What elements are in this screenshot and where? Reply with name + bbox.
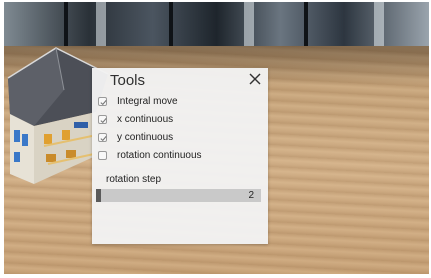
rotation-continuous-option[interactable]: rotation continuous [98, 147, 202, 163]
background-post [304, 2, 308, 46]
rotation-step-slider[interactable]: 2 [96, 189, 261, 202]
x-continuous-option[interactable]: x continuous [98, 111, 173, 127]
tools-panel: Tools Integral move x continuous y conti… [92, 68, 268, 244]
rotation-step-value: 2 [248, 190, 254, 201]
y-continuous-checkbox[interactable] [98, 132, 107, 142]
integral-move-option[interactable]: Integral move [98, 93, 178, 109]
rotation-continuous-checkbox[interactable] [98, 150, 107, 160]
panel-title: Tools [110, 72, 146, 89]
integral-move-label: Integral move [117, 95, 178, 107]
slider-fill [96, 189, 101, 202]
background-light-strip [244, 2, 254, 46]
checkmark-icon [100, 135, 107, 141]
rotation-step-label: rotation step [106, 174, 162, 185]
close-icon[interactable] [248, 72, 262, 86]
background-light-strip [374, 2, 384, 46]
y-continuous-label: y continuous [117, 131, 174, 143]
checkmark-icon [100, 117, 107, 123]
x-continuous-checkbox[interactable] [98, 114, 107, 124]
rotation-continuous-label: rotation continuous [117, 149, 202, 161]
y-continuous-option[interactable]: y continuous [98, 129, 173, 145]
x-continuous-label: x continuous [117, 113, 174, 125]
ar-camera-view: Tools Integral move x continuous y conti… [4, 2, 429, 274]
background-post [169, 2, 173, 46]
checkmark-icon [100, 99, 107, 105]
integral-move-checkbox[interactable] [98, 96, 107, 106]
